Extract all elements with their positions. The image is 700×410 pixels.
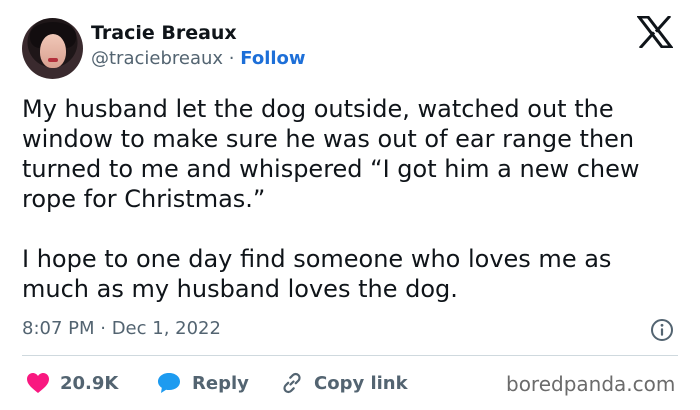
tweet-timestamp[interactable]: 8:07 PM · Dec 1, 2022 xyxy=(22,318,221,339)
heart-icon xyxy=(27,373,49,393)
copy-link-button[interactable]: Copy link xyxy=(280,368,408,398)
avatar-face xyxy=(40,34,66,68)
tweet-paragraph-1: My husband let the dog outside, watched … xyxy=(22,95,640,213)
watermark: boredpanda.com xyxy=(506,372,676,396)
tweet-text: My husband let the dog outside, watched … xyxy=(22,94,682,304)
like-count: 20.9K xyxy=(60,372,119,394)
info-icon[interactable] xyxy=(650,318,674,342)
author-name[interactable]: Tracie Breaux xyxy=(91,22,237,44)
x-logo-icon[interactable] xyxy=(637,16,673,48)
copy-link-label: Copy link xyxy=(314,372,408,394)
reply-button[interactable]: Reply xyxy=(156,368,249,398)
reply-label: Reply xyxy=(192,372,249,394)
avatar-lips xyxy=(48,58,58,62)
tweet-paragraph-2: I hope to one day find someone who loves… xyxy=(22,245,612,303)
link-icon xyxy=(283,372,301,394)
like-button[interactable]: 20.9K xyxy=(26,368,118,398)
tweet-card: Tracie Breaux @traciebreaux · Follow My … xyxy=(0,0,700,410)
follow-button[interactable]: Follow xyxy=(240,48,305,69)
author-handle[interactable]: @traciebreaux xyxy=(91,48,223,69)
divider xyxy=(22,355,678,356)
speech-bubble-icon xyxy=(158,373,180,393)
author-handle-line: @traciebreaux · Follow xyxy=(91,48,306,69)
avatar[interactable] xyxy=(22,18,83,79)
handle-separator: · xyxy=(228,48,235,69)
